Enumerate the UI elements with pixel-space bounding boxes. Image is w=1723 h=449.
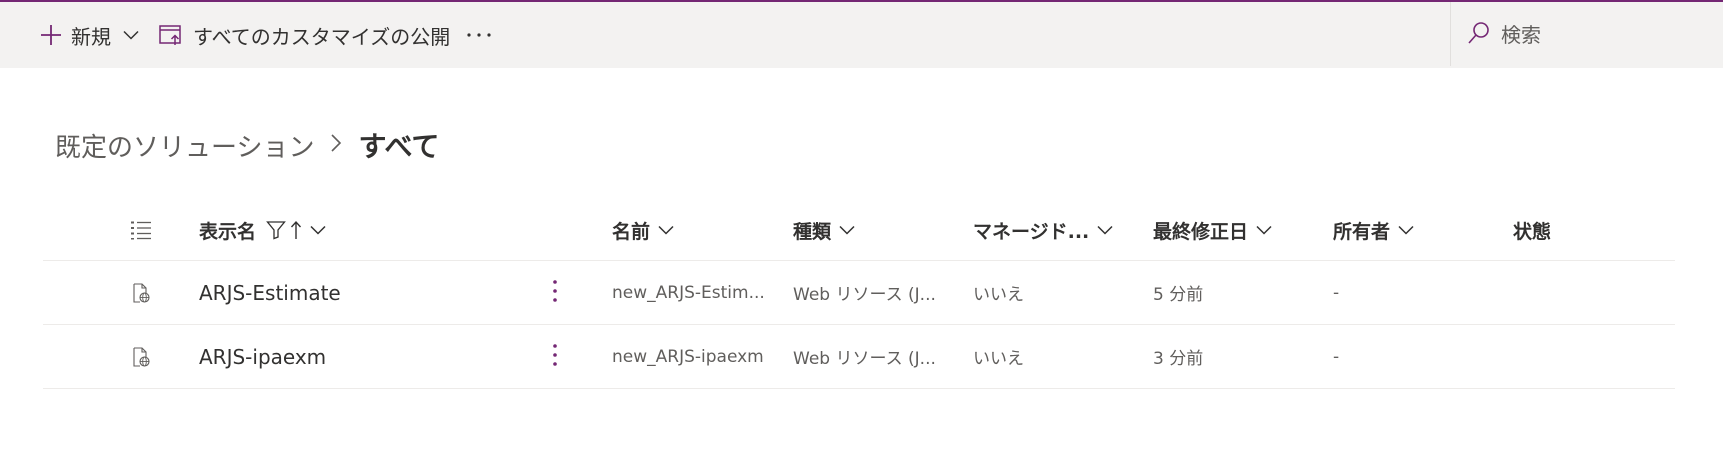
type-cell: Web リソース (J...: [793, 349, 936, 369]
new-button[interactable]: 新規: [40, 2, 139, 68]
owner-cell: -: [1333, 346, 1340, 367]
more-icon: [466, 32, 492, 38]
chevron-down-icon: [1398, 225, 1414, 235]
more-vertical-icon[interactable]: [546, 275, 564, 311]
breadcrumb-parent-default-solution[interactable]: 既定のソリューション: [55, 127, 314, 164]
new-button-label: 新規: [71, 24, 111, 49]
modified-cell: 5 分前: [1153, 285, 1204, 305]
search-input[interactable]: [1499, 22, 1703, 48]
display-name-link[interactable]: ARJS-ipaexm: [199, 345, 326, 369]
managed-cell: いいえ: [973, 349, 1024, 369]
column-header-modified-on[interactable]: 最終修正日: [1153, 200, 1272, 260]
chevron-down-icon: [658, 225, 674, 235]
column-header-label: マネージド...: [973, 220, 1090, 243]
chevron-right-icon: [330, 133, 342, 157]
table-row[interactable]: ARJS-ipaexm new_ARJS-ipaexm Web リソース (J.…: [43, 325, 1675, 389]
managed-cell: いいえ: [973, 285, 1024, 305]
row-more-button[interactable]: [546, 325, 564, 388]
column-header-type[interactable]: 種類: [793, 200, 855, 260]
column-header-owner[interactable]: 所有者: [1333, 200, 1414, 260]
web-resource-icon: [132, 325, 150, 388]
chevron-down-icon[interactable]: [123, 30, 139, 40]
column-header-name[interactable]: 名前: [612, 200, 674, 260]
column-header-label: 表示名: [199, 220, 257, 243]
grid-header-row: 表示名 名前 種類 マネージド... 最終修正日 所有者 状態: [43, 200, 1675, 261]
web-resource-icon: [132, 261, 150, 324]
column-header-label: 名前: [612, 220, 651, 243]
name-cell: new_ARJS-ipaexm: [612, 346, 764, 367]
publish-all-customizations-label: すべてのカスタマイズの公開: [193, 24, 451, 49]
breadcrumb: 既定のソリューション すべて: [55, 125, 439, 165]
search-icon[interactable]: [1467, 21, 1491, 49]
filter-icon: [266, 221, 286, 240]
row-more-button[interactable]: [546, 261, 564, 324]
data-grid: 表示名 名前 種類 マネージド... 最終修正日 所有者 状態 ARJS-Est…: [43, 200, 1675, 389]
name-cell: new_ARJS-Estim...: [612, 282, 765, 303]
chevron-down-icon: [1256, 225, 1272, 235]
search-box[interactable]: [1451, 2, 1723, 68]
column-header-label: 状態: [1513, 220, 1552, 243]
owner-cell: -: [1333, 282, 1340, 303]
type-cell: Web リソース (J...: [793, 285, 936, 305]
display-name-cell[interactable]: ARJS-ipaexm: [199, 325, 326, 388]
chevron-down-icon: [310, 225, 326, 235]
more-vertical-icon[interactable]: [546, 339, 564, 375]
display-name-link[interactable]: ARJS-Estimate: [199, 281, 341, 305]
column-header-display-name[interactable]: 表示名: [199, 200, 326, 260]
table-row[interactable]: ARJS-Estimate new_ARJS-Estim... Web リソース…: [43, 261, 1675, 325]
chevron-down-icon: [1097, 225, 1113, 235]
select-all-list-icon[interactable]: [130, 200, 152, 260]
publish-all-customizations-button[interactable]: すべてのカスタマイズの公開: [159, 2, 450, 68]
publish-icon: [159, 24, 183, 46]
plus-icon: [40, 24, 62, 46]
chevron-down-icon: [839, 225, 855, 235]
breadcrumb-current: すべて: [358, 130, 440, 163]
column-header-managed[interactable]: マネージド...: [973, 200, 1113, 260]
more-commands-button[interactable]: [466, 2, 492, 68]
sort-ascending-icon: [290, 220, 302, 239]
modified-cell: 3 分前: [1153, 349, 1204, 369]
column-header-label: 最終修正日: [1153, 220, 1249, 243]
display-name-cell[interactable]: ARJS-Estimate: [199, 261, 341, 324]
column-header-label: 所有者: [1333, 220, 1391, 243]
column-header-status[interactable]: 状態: [1513, 200, 1551, 260]
column-header-label: 種類: [793, 220, 832, 243]
